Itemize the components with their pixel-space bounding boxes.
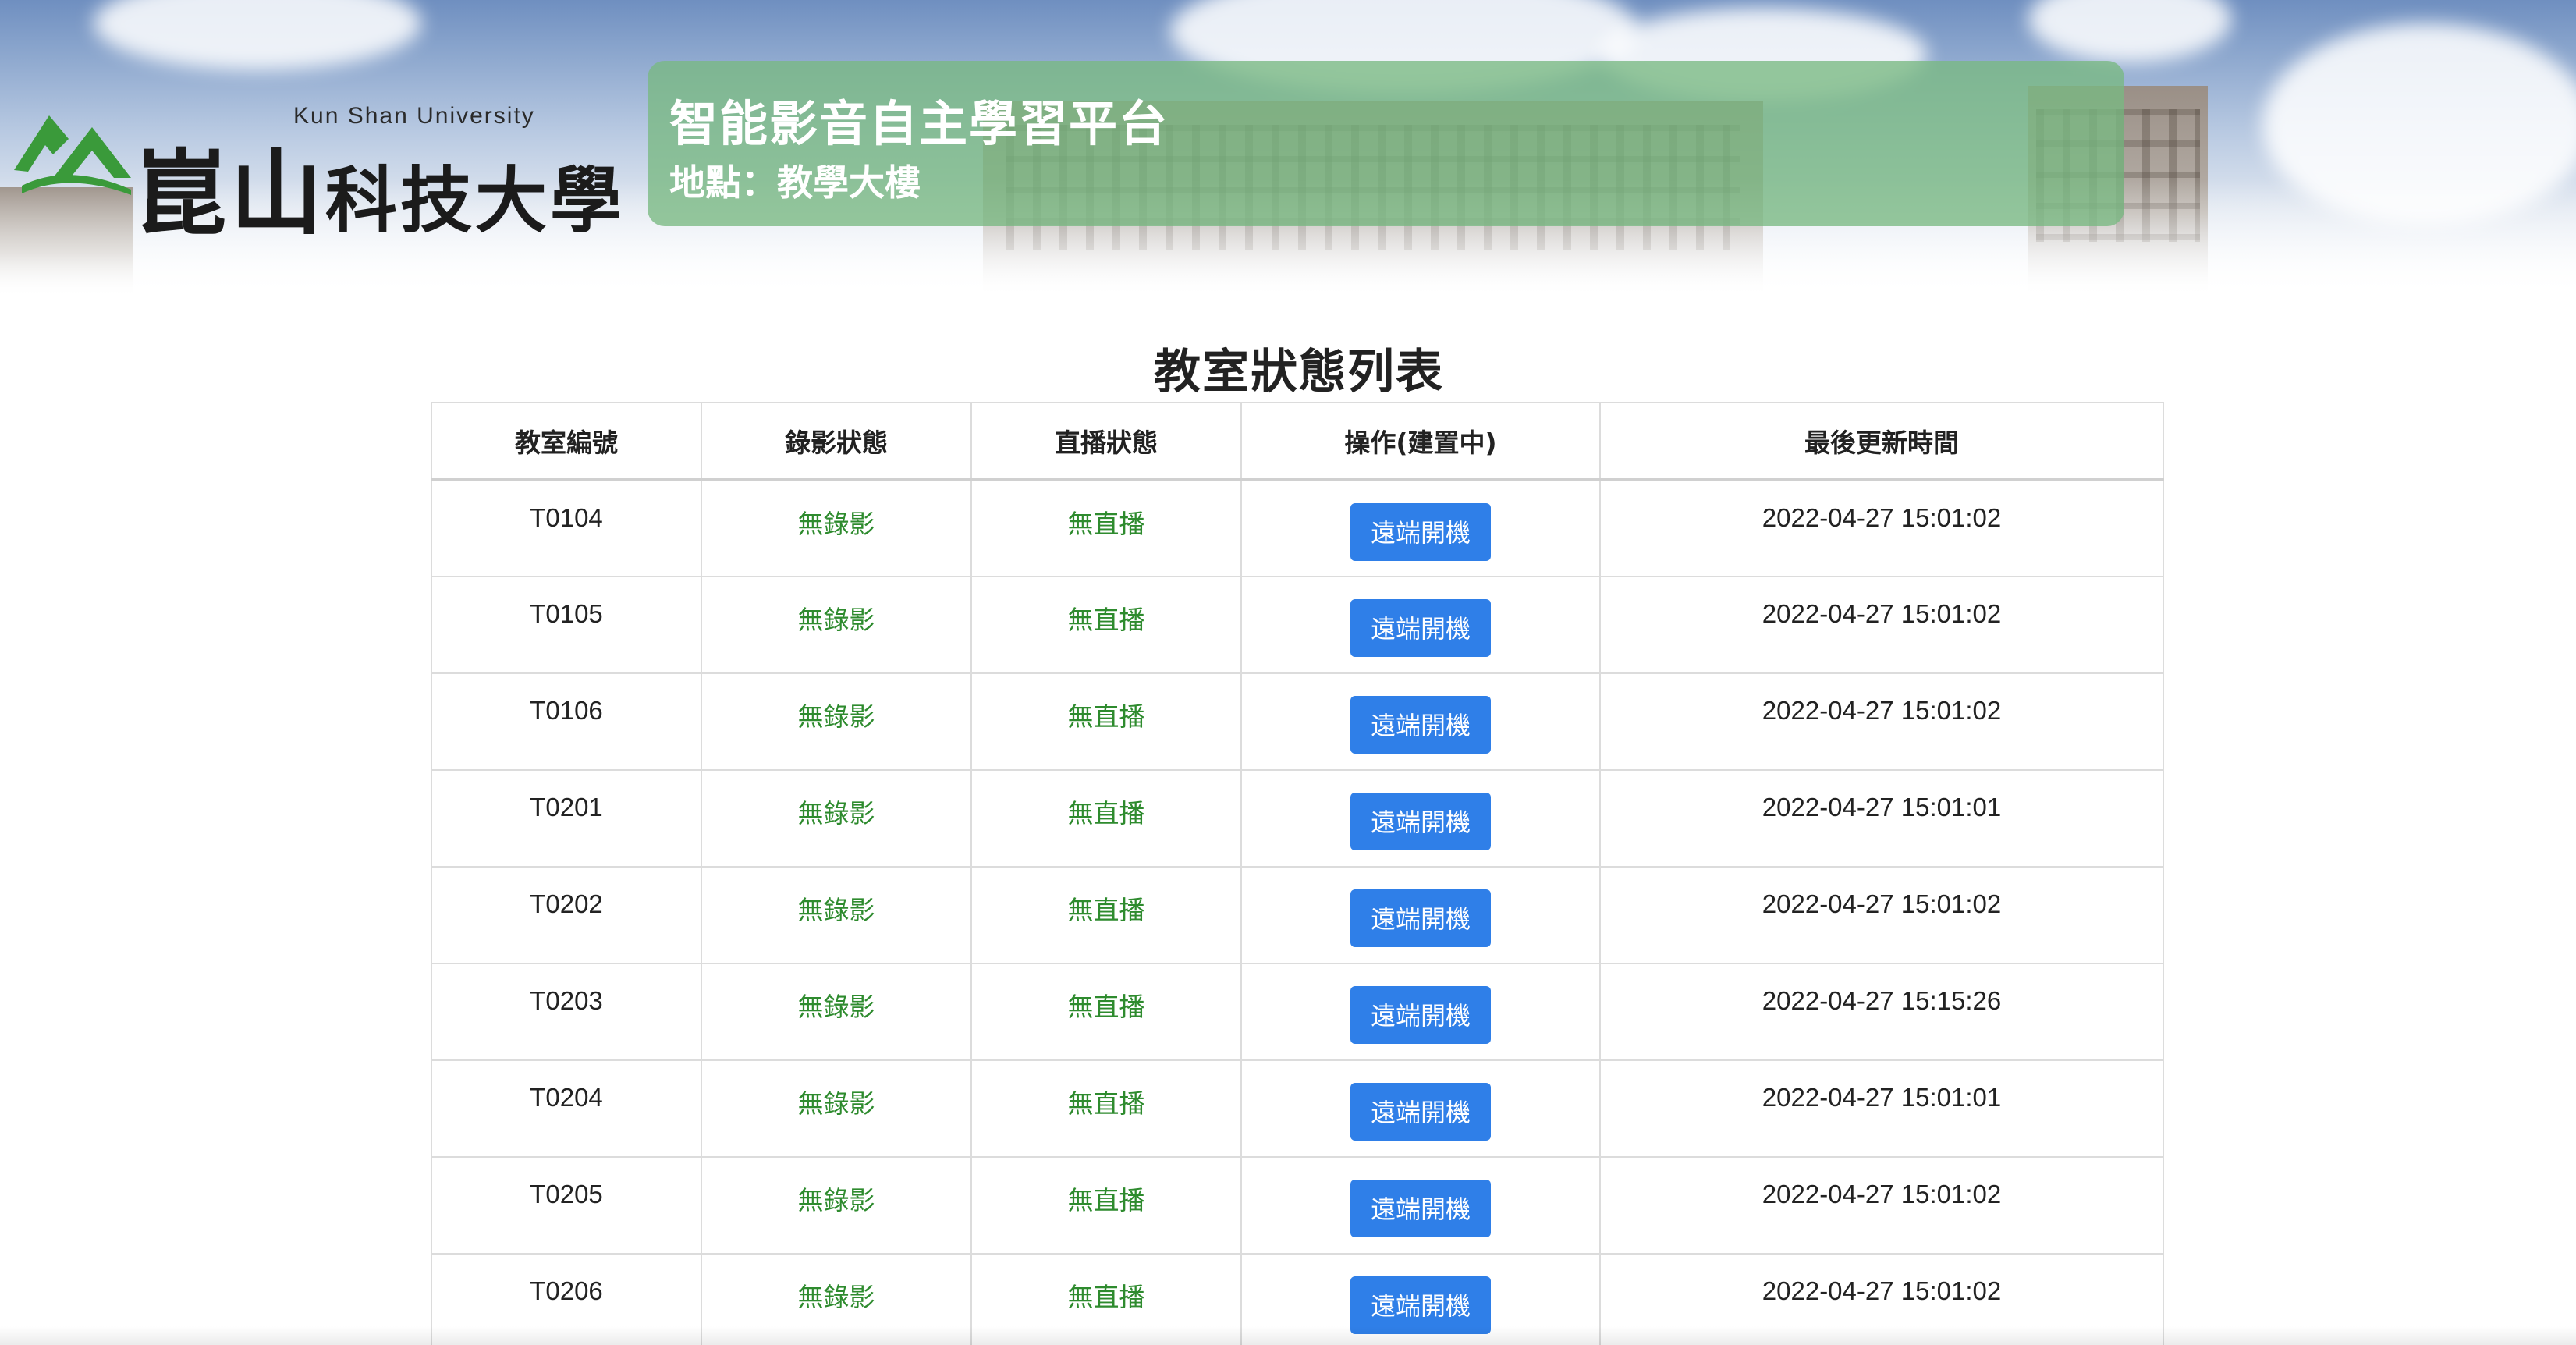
table-row: T0205 無錄影 無直播 遠端開機 2022-04-27 15:01:02 [431, 1156, 2164, 1255]
room-id: T0106 [431, 672, 702, 771]
streaming-status: 無直播 [970, 576, 1242, 674]
logo-chinese-name-part2: 科技大學 [325, 158, 626, 243]
action-cell: 遠端開機 [1240, 1156, 1601, 1255]
recording-status: 無錄影 [701, 1059, 972, 1158]
last-updated: 2022-04-27 15:01:02 [1599, 479, 2164, 577]
streaming-status: 無直播 [970, 479, 1242, 577]
remote-boot-button[interactable]: 遠端開機 [1350, 1083, 1491, 1141]
last-updated: 2022-04-27 15:01:02 [1599, 866, 2164, 964]
remote-boot-button[interactable]: 遠端開機 [1350, 1180, 1491, 1237]
last-updated: 2022-04-27 15:01:01 [1599, 769, 2164, 868]
streaming-status: 無直播 [970, 672, 1242, 771]
action-cell: 遠端開機 [1240, 576, 1601, 674]
table-row: T0201 無錄影 無直播 遠端開機 2022-04-27 15:01:01 [431, 769, 2164, 868]
table-header-row: 教室編號 錄影狀態 直播狀態 操作(建置中) 最後更新時間 [431, 402, 2164, 481]
remote-boot-button[interactable]: 遠端開機 [1350, 986, 1491, 1044]
action-cell: 遠端開機 [1240, 1059, 1601, 1158]
recording-status: 無錄影 [701, 769, 972, 868]
last-updated: 2022-04-27 15:01:02 [1599, 1156, 2164, 1255]
column-header-room: 教室編號 [431, 402, 702, 481]
action-cell: 遠端開機 [1240, 866, 1601, 964]
action-cell: 遠端開機 [1240, 963, 1601, 1061]
kun-shan-logo-icon [14, 115, 131, 195]
table-row: T0104 無錄影 無直播 遠端開機 2022-04-27 15:01:02 [431, 479, 2164, 577]
remote-boot-button[interactable]: 遠端開機 [1350, 599, 1491, 657]
logo-chinese-name-part1: 崑山 [135, 139, 326, 247]
room-id: T0105 [431, 576, 702, 674]
streaming-status: 無直播 [970, 963, 1242, 1061]
last-updated: 2022-04-27 15:01:02 [1599, 672, 2164, 771]
platform-title: 智能影音自主學習平台 [669, 95, 1169, 152]
recording-status: 無錄影 [701, 963, 972, 1061]
location-label: 地點：教學大樓 [669, 161, 921, 204]
last-updated: 2022-04-27 15:15:26 [1599, 963, 2164, 1061]
remote-boot-button[interactable]: 遠端開機 [1350, 696, 1491, 754]
table-row: T0202 無錄影 無直播 遠端開機 2022-04-27 15:01:02 [431, 866, 2164, 964]
university-logo[interactable]: Kun Shan University 崑山科技大學 [6, 70, 622, 247]
streaming-status: 無直播 [970, 769, 1242, 868]
bottom-shade [0, 1326, 2576, 1345]
column-header-recording: 錄影狀態 [701, 402, 972, 481]
table-row: T0105 無錄影 無直播 遠端開機 2022-04-27 15:01:02 [431, 576, 2164, 674]
cloud-decoration [2028, 0, 2231, 62]
last-updated: 2022-04-27 15:01:01 [1599, 1059, 2164, 1158]
streaming-status: 無直播 [970, 866, 1242, 964]
room-id: T0202 [431, 866, 702, 964]
column-header-streaming: 直播狀態 [970, 402, 1242, 481]
action-cell: 遠端開機 [1240, 479, 1601, 577]
remote-boot-button[interactable]: 遠端開機 [1350, 503, 1491, 561]
last-updated: 2022-04-27 15:01:02 [1599, 576, 2164, 674]
remote-boot-button[interactable]: 遠端開機 [1350, 793, 1491, 850]
recording-status: 無錄影 [701, 672, 972, 771]
table-row: T0204 無錄影 無直播 遠端開機 2022-04-27 15:01:01 [431, 1059, 2164, 1158]
room-id: T0205 [431, 1156, 702, 1255]
platform-title-card: 智能影音自主學習平台 地點：教學大樓 [648, 61, 2124, 226]
room-id: T0201 [431, 769, 702, 868]
table-row: T0106 無錄影 無直播 遠端開機 2022-04-27 15:01:02 [431, 672, 2164, 771]
streaming-status: 無直播 [970, 1059, 1242, 1158]
recording-status: 無錄影 [701, 866, 972, 964]
classroom-status-table-container: 教室編號 錄影狀態 直播狀態 操作(建置中) 最後更新時間 T0104 無錄影 … [431, 402, 2164, 1345]
classroom-status-table: 教室編號 錄影狀態 直播狀態 操作(建置中) 最後更新時間 T0104 無錄影 … [431, 402, 2164, 1345]
remote-boot-button[interactable]: 遠端開機 [1350, 889, 1491, 947]
recording-status: 無錄影 [701, 479, 972, 577]
remote-boot-button[interactable]: 遠端開機 [1350, 1276, 1491, 1334]
column-header-updated: 最後更新時間 [1599, 402, 2164, 481]
page: Kun Shan University 崑山科技大學 智能影音自主學習平台 地點… [0, 0, 2576, 1345]
recording-status: 無錄影 [701, 576, 972, 674]
room-id: T0203 [431, 963, 702, 1061]
room-id: T0204 [431, 1059, 702, 1158]
page-title: 教室狀態列表 [1154, 345, 1444, 399]
cloud-decoration [94, 0, 421, 70]
table-row: T0203 無錄影 無直播 遠端開機 2022-04-27 15:15:26 [431, 963, 2164, 1061]
room-id: T0104 [431, 479, 702, 577]
column-header-action: 操作(建置中) [1240, 402, 1601, 481]
recording-status: 無錄影 [701, 1156, 972, 1255]
action-cell: 遠端開機 [1240, 769, 1601, 868]
streaming-status: 無直播 [970, 1156, 1242, 1255]
logo-chinese-name: 崑山科技大學 [135, 119, 625, 252]
action-cell: 遠端開機 [1240, 672, 1601, 771]
